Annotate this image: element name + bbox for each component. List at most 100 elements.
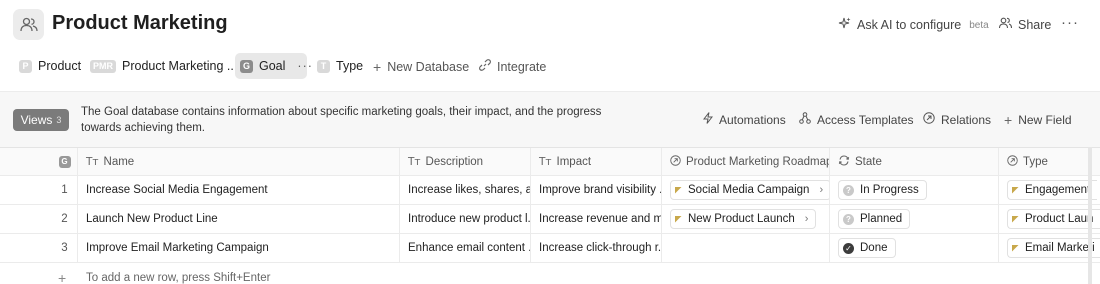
name-cell[interactable]: Improve Email Marketing Campaign	[78, 234, 400, 262]
select-all-cell[interactable]: G	[0, 148, 78, 175]
page-title: Product Marketing	[52, 12, 228, 34]
database-description: The Goal database contains information a…	[81, 106, 602, 134]
tab-type[interactable]: T Type	[312, 53, 368, 79]
name-cell[interactable]: Launch New Product Line	[78, 205, 400, 233]
roadmap-cell[interactable]	[662, 234, 830, 262]
new-field-label: New Field	[1018, 113, 1072, 127]
access-templates-button[interactable]: Access Templates	[799, 112, 914, 127]
column-header-impact[interactable]: Tт Impact	[531, 148, 662, 175]
tab-more-button[interactable]: ···	[297, 59, 313, 73]
text-type-icon: Tт	[539, 155, 552, 168]
column-label: Impact	[556, 155, 592, 168]
roadmap-cell[interactable]: Social Media Campaign ›	[662, 176, 830, 204]
roadmap-chip[interactable]: New Product Launch ›	[670, 209, 817, 229]
state-chip[interactable]: ✓ Done	[838, 238, 896, 258]
new-field-button[interactable]: + New Field	[1004, 112, 1072, 128]
flag-icon	[1012, 186, 1019, 194]
add-row[interactable]: + To add a new row, press Shift+Enter	[0, 263, 1100, 284]
impact-cell[interactable]: Increase revenue and m...	[531, 205, 662, 233]
plus-icon[interactable]: +	[58, 270, 66, 284]
automations-button[interactable]: Automations	[702, 112, 786, 127]
tab-label: Type	[336, 59, 364, 73]
row-number: 1	[0, 176, 78, 204]
state-chip[interactable]: ? In Progress	[838, 180, 927, 200]
table-header-row: G Tт Name Tт Description Tт Impact Produ…	[0, 147, 1100, 176]
share-people-icon	[998, 17, 1013, 32]
tab-label: Product	[38, 59, 82, 73]
plus-icon: +	[373, 59, 382, 75]
chevron-right-icon: ›	[819, 184, 824, 196]
database-tabs: P Product PMR Product Marketing ... G Go…	[0, 51, 1100, 81]
ask-ai-label: Ask AI to configure	[857, 18, 962, 32]
views-button[interactable]: Views 3	[13, 109, 69, 131]
column-header-state[interactable]: State	[830, 148, 999, 175]
column-header-description[interactable]: Tт Description	[400, 148, 531, 175]
state-chip[interactable]: ? Planned	[838, 209, 911, 229]
people-icon[interactable]	[13, 9, 44, 40]
type-cell[interactable]: Email Marketi	[999, 234, 1100, 262]
flag-icon	[1012, 244, 1019, 252]
table-row[interactable]: 2 Launch New Product Line Introduce new …	[0, 205, 1100, 234]
column-label: Type	[1023, 155, 1048, 168]
row-number: 3	[0, 234, 78, 262]
description-cell[interactable]: Introduce new product l...	[400, 205, 531, 233]
vertical-scrollbar[interactable]	[1088, 147, 1092, 284]
tab-badge: PMR	[90, 59, 116, 73]
type-cell[interactable]: Engagement	[999, 176, 1100, 204]
flag-icon	[675, 215, 682, 223]
new-database-button[interactable]: + New Database	[373, 59, 469, 75]
question-icon: ?	[843, 213, 854, 225]
flag-icon	[1012, 215, 1019, 223]
database-badge: G	[58, 155, 71, 168]
type-label: Engagement	[1025, 184, 1091, 196]
views-count: 3	[56, 115, 62, 125]
description-cell[interactable]: Increase likes, shares, a...	[400, 176, 531, 204]
row-number: 2	[0, 205, 78, 233]
plus-icon: +	[1004, 112, 1013, 128]
share-button[interactable]: Share	[998, 17, 1051, 32]
impact-cell[interactable]: Increase click-through r...	[531, 234, 662, 262]
roadmap-chip[interactable]: Social Media Campaign ›	[670, 180, 829, 200]
table-row[interactable]: 1 Increase Social Media Engagement Incre…	[0, 176, 1100, 205]
column-label: Product Marketing Roadmap	[686, 155, 830, 168]
tab-label: Goal	[259, 59, 286, 73]
impact-cell[interactable]: Improve brand visibility ...	[531, 176, 662, 204]
tab-product[interactable]: P Product	[14, 53, 86, 79]
roadmap-cell[interactable]: New Product Launch ›	[662, 205, 830, 233]
type-chip[interactable]: Email Marketi	[1007, 238, 1100, 258]
state-cycle-icon	[838, 154, 850, 169]
column-label: State	[855, 155, 882, 168]
type-chip[interactable]: Product Laun	[1007, 209, 1100, 229]
tab-goal[interactable]: G Goal ···	[235, 53, 312, 79]
state-cell[interactable]: ✓ Done	[830, 234, 999, 262]
column-header-type[interactable]: Type	[999, 148, 1100, 175]
hierarchy-icon	[799, 112, 811, 127]
column-header-name[interactable]: Tт Name	[78, 148, 400, 175]
state-cell[interactable]: ? Planned	[830, 205, 999, 233]
state-label: In Progress	[860, 184, 919, 196]
type-chip[interactable]: Engagement	[1007, 180, 1098, 200]
integrate-button[interactable]: Integrate	[479, 59, 546, 74]
relations-label: Relations	[941, 112, 992, 127]
tab-badge: T	[317, 59, 330, 73]
relations-button[interactable]: Relations	[923, 112, 991, 127]
state-cell[interactable]: ? In Progress	[830, 176, 999, 204]
type-label: Email Marketi	[1025, 242, 1095, 254]
tab-badge: P	[19, 59, 32, 73]
type-cell[interactable]: Product Laun	[999, 205, 1100, 233]
description-cell[interactable]: Enhance email content ...	[400, 234, 531, 262]
relation-arrow-icon	[923, 112, 935, 127]
integrate-label: Integrate	[497, 59, 547, 74]
flag-icon	[675, 186, 682, 194]
chevron-right-icon: ›	[804, 213, 809, 225]
check-circle-icon: ✓	[843, 242, 854, 254]
more-options-button[interactable]: ···	[1061, 14, 1079, 31]
column-header-roadmap[interactable]: Product Marketing Roadmap	[662, 148, 830, 175]
tab-product-marketing-roadmap[interactable]: PMR Product Marketing ...	[85, 53, 242, 79]
ask-ai-button[interactable]: Ask AI to configure beta	[838, 17, 989, 33]
name-cell[interactable]: Increase Social Media Engagement	[78, 176, 400, 204]
type-label: Product Laun	[1025, 213, 1094, 225]
table-row[interactable]: 3 Improve Email Marketing Campaign Enhan…	[0, 234, 1100, 263]
page-header: Product Marketing Ask AI to configure be…	[0, 0, 1100, 50]
chip-label: New Product Launch	[688, 213, 795, 225]
